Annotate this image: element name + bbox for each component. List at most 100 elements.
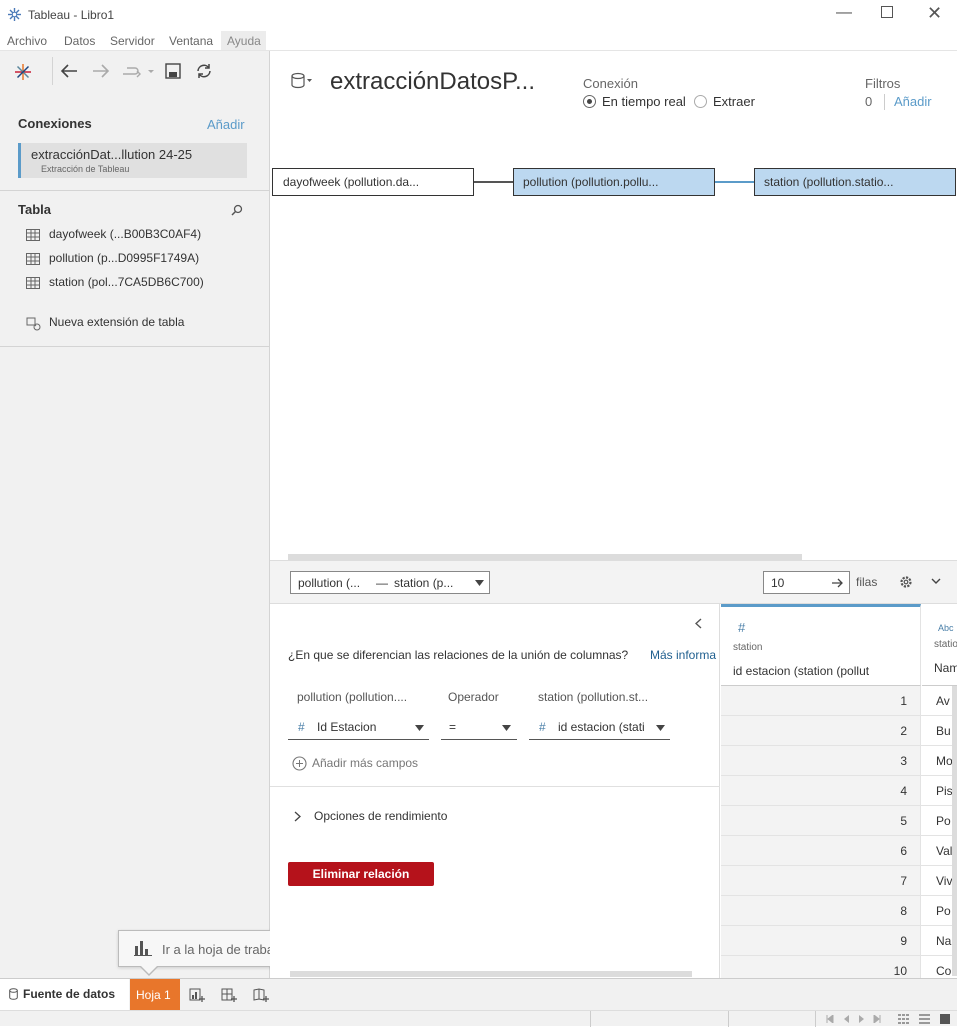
node-station[interactable]: station (pollution.statio... [754, 168, 956, 196]
gear-icon[interactable] [899, 575, 913, 589]
new-story-icon[interactable] [253, 987, 270, 1003]
table-row[interactable]: 9 Na [721, 926, 957, 956]
add-more-label: Añadir más campos [312, 756, 419, 770]
tab-sheet1-label: Hoja 1 [136, 988, 171, 1002]
table-row[interactable]: 5 Po [721, 806, 957, 836]
operator-header: Operador [448, 690, 499, 704]
forward-arrow-icon[interactable] [92, 63, 110, 79]
relation-right: station (p... [394, 576, 454, 590]
rows-value: 10 [771, 576, 785, 590]
single-view-icon[interactable] [940, 1014, 950, 1024]
column-source: station [733, 642, 763, 653]
new-dashboard-icon[interactable] [221, 987, 238, 1003]
more-info-link[interactable]: Más informa [650, 648, 720, 662]
live-label: En tiempo real [602, 94, 686, 109]
node-pollution[interactable]: pollution (pollution.pollu... [513, 168, 715, 196]
table-row[interactable]: 6 Val [721, 836, 957, 866]
node-label: dayofweek (pollution.da... [283, 175, 420, 189]
delete-relationship-label: Eliminar relación [312, 867, 410, 881]
string-type-icon[interactable]: Abc [938, 623, 954, 633]
grid-column-header-name[interactable]: Abc statio Nam [922, 604, 957, 686]
connection-name: extracciónDat...llution 24-25 [31, 147, 193, 162]
table-label: pollution (p...D0995F1749A) [49, 251, 200, 265]
menu-datos[interactable]: Datos [64, 34, 95, 48]
tab-sheet1[interactable]: Hoja 1 [130, 979, 180, 1010]
list-view-icon[interactable] [919, 1014, 930, 1024]
connection-item[interactable]: extracciónDat...llution 24-25 Extracción… [18, 143, 247, 178]
connection-label: Conexión [583, 76, 638, 91]
save-icon[interactable] [165, 63, 181, 79]
table-row[interactable]: 1 Av [721, 686, 957, 716]
datasource-cylinder-icon[interactable] [291, 72, 313, 90]
menu-archivo[interactable]: Archivo [7, 34, 47, 48]
table-label: station (pol...7CA5DB6C700) [49, 275, 204, 289]
operator-select[interactable]: = [441, 716, 517, 740]
table-grid-icon [26, 253, 40, 265]
menu-servidor[interactable]: Servidor [110, 34, 155, 48]
refresh-icon[interactable] [195, 62, 213, 80]
relation-dash: — [376, 576, 388, 590]
table-row[interactable]: 2 Bu [721, 716, 957, 746]
grid-vertical-scrollbar[interactable] [952, 686, 957, 976]
new-worksheet-icon[interactable] [189, 987, 206, 1003]
nav-first-icon[interactable] [826, 1015, 834, 1023]
nav-prev-icon[interactable] [843, 1015, 849, 1023]
left-field-select[interactable]: # Id Estacion [288, 716, 429, 740]
column-source: statio [934, 639, 957, 650]
connection-subtitle: Extracción de Tableau [41, 164, 130, 174]
table-row[interactable]: 8 Po [721, 896, 957, 926]
panel-scrollbar[interactable] [290, 971, 692, 977]
operator-value: = [449, 720, 457, 734]
menu-ventana[interactable]: Ventana [169, 34, 213, 48]
row-id-cell: 5 [721, 806, 921, 835]
search-icon[interactable] [231, 204, 243, 216]
grid-column-header-id[interactable]: # station id estacion (station (pollut [721, 604, 921, 686]
arrow-right-icon[interactable] [832, 578, 844, 588]
node-dayofweek[interactable]: dayofweek (pollution.da... [272, 168, 474, 196]
maximize-button[interactable] [881, 6, 893, 18]
menu-ayuda[interactable]: Ayuda [227, 34, 261, 48]
row-id-cell: 7 [721, 866, 921, 895]
filters-add-link[interactable]: Añadir [894, 94, 932, 109]
number-type-icon[interactable]: # [738, 620, 745, 635]
table-row[interactable]: 7 Viv [721, 866, 957, 896]
tab-datasource[interactable]: Fuente de datos [0, 979, 129, 1010]
right-field-select[interactable]: # id estacion (stati [529, 716, 670, 740]
relation-selector[interactable]: pollution (... — station (p... [290, 571, 490, 594]
nav-last-icon[interactable] [873, 1015, 881, 1023]
grid-view-icon[interactable] [898, 1014, 909, 1024]
tableau-logo-icon [7, 7, 22, 22]
datasource-name[interactable]: extracciónDatosP... [330, 68, 535, 96]
relationship-editor: ¿En que se diferencian las relaciones de… [270, 604, 720, 978]
add-connection-link[interactable]: Añadir [207, 117, 245, 132]
table-row[interactable]: 3 Mo [721, 746, 957, 776]
window-title: Tableau - Libro1 [28, 8, 115, 22]
chevron-down-icon [656, 725, 665, 731]
relation-left: pollution (... [298, 576, 361, 590]
left-pane: Conexiones Añadir extracciónDat...llutio… [0, 51, 305, 978]
table-row[interactable]: 4 Pis [721, 776, 957, 806]
delete-relationship-button[interactable]: Eliminar relación [288, 862, 434, 886]
chevron-down-icon [415, 725, 424, 731]
bar-chart-icon [134, 940, 152, 956]
column-name: id estacion (station (pollut [733, 664, 870, 678]
nav-next-icon[interactable] [859, 1015, 865, 1023]
minimize-button[interactable]: — [836, 4, 852, 22]
extension-icon [26, 316, 42, 331]
collapse-left-icon[interactable] [695, 618, 702, 629]
close-window-button[interactable]: ✕ [927, 3, 942, 24]
back-arrow-icon[interactable] [60, 63, 78, 79]
left-field-value: Id Estacion [317, 720, 377, 734]
rows-input[interactable]: 10 [763, 571, 850, 594]
number-hash-icon: # [298, 720, 305, 734]
redo-dropdown-icon[interactable] [121, 64, 155, 78]
table-section-title: Tabla [18, 202, 51, 217]
collapse-chevron-icon[interactable] [931, 578, 941, 585]
row-id-cell: 6 [721, 836, 921, 865]
radio-unselected-icon [694, 95, 707, 108]
row-id-cell: 2 [721, 716, 921, 745]
row-id-cell: 9 [721, 926, 921, 955]
tableau-home-icon[interactable] [14, 63, 32, 81]
status-bar [0, 1010, 957, 1027]
tooltip-text: Ir a la hoja de trabajo [162, 942, 285, 957]
